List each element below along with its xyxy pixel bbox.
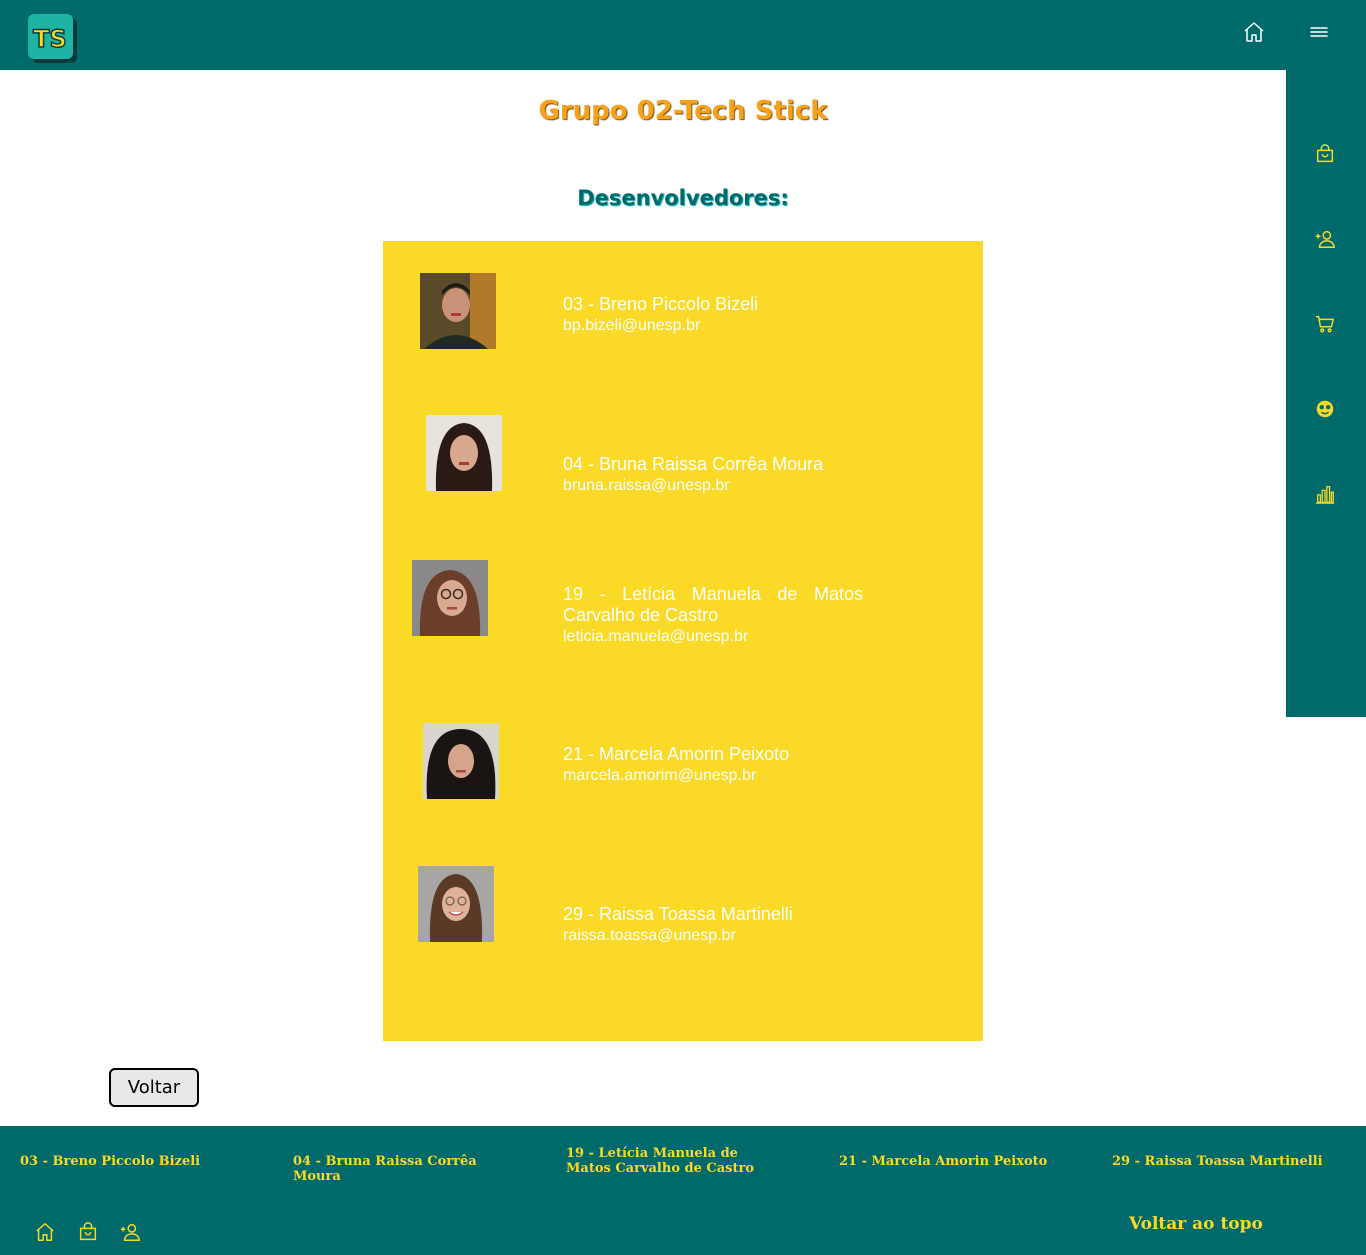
bar-chart-icon[interactable] [1314,483,1338,507]
developer-name: 19 - Letícia Manuela de Matos Carvalho d… [563,584,863,625]
section-title: Desenvolvedores: [577,186,789,210]
developer-info: 19 - Letícia Manuela de Matos Carvalho d… [563,584,863,647]
page-title: Grupo 02-Tech Stick [538,96,828,126]
developer-info: 03 - Breno Piccolo Bizeli bp.bizeli@unes… [563,294,863,336]
add-user-icon[interactable] [1314,228,1338,252]
shopping-bag-icon[interactable] [1314,143,1338,167]
developer-email: marcela.amorim@unesp.br [563,767,757,784]
back-to-top-link[interactable]: Voltar ao topo [1129,1214,1263,1234]
developer-photo [418,866,494,942]
developer-name: 29 - Raissa Toassa Martinelli [563,904,793,924]
developer-photo [412,560,488,636]
add-user-icon[interactable] [119,1221,143,1245]
footer-developer-name: 04 - Bruna Raissa Corrêa Moura [293,1154,477,1184]
developer-email: bp.bizeli@unesp.br [563,317,701,334]
developer-photo [420,273,496,349]
tech-stick-logo[interactable]: TS [28,14,77,63]
developer-photo [426,415,502,491]
developer-name: 03 - Breno Piccolo Bizeli [563,294,759,314]
home-icon[interactable] [1240,18,1268,46]
shopping-bag-icon[interactable] [77,1221,101,1245]
developer-name: 04 - Bruna Raissa Corrêa Moura [563,454,824,474]
footer-developer-name: 19 - Letícia Manuela de Matos Carvalho d… [566,1146,755,1176]
footer-developer-name: 29 - Raissa Toassa Martinelli [1112,1154,1323,1169]
developer-email: raissa.toassa@unesp.br [563,927,736,944]
footer: 03 - Breno Piccolo Bizeli 04 - Bruna Rai… [0,1126,1366,1255]
top-navbar: TS [0,0,1366,70]
cart-icon[interactable] [1314,313,1338,337]
home-icon[interactable] [34,1221,58,1245]
back-button[interactable]: Voltar [109,1068,199,1107]
emoji-icon[interactable] [1314,398,1338,422]
developer-info: 21 - Marcela Amorin Peixoto marcela.amor… [563,744,863,786]
side-navbar [1286,70,1366,717]
developer-email: leticia.manuela@unesp.br [563,628,749,645]
footer-developer-name: 21 - Marcela Amorin Peixoto [839,1154,1048,1169]
developer-info: 04 - Bruna Raissa Corrêa Moura bruna.rai… [563,454,863,496]
developer-email: bruna.raissa@unesp.br [563,477,730,494]
developers-panel: 03 - Breno Piccolo Bizeli bp.bizeli@unes… [383,241,983,1041]
developer-photo [423,723,499,799]
footer-developer-name: 03 - Breno Piccolo Bizeli [20,1154,201,1169]
developer-name: 21 - Marcela Amorin Peixoto [563,744,790,764]
developer-info: 29 - Raissa Toassa Martinelli raissa.toa… [563,904,863,946]
menu-icon[interactable] [1305,18,1333,46]
svg-text:TS: TS [33,25,67,53]
